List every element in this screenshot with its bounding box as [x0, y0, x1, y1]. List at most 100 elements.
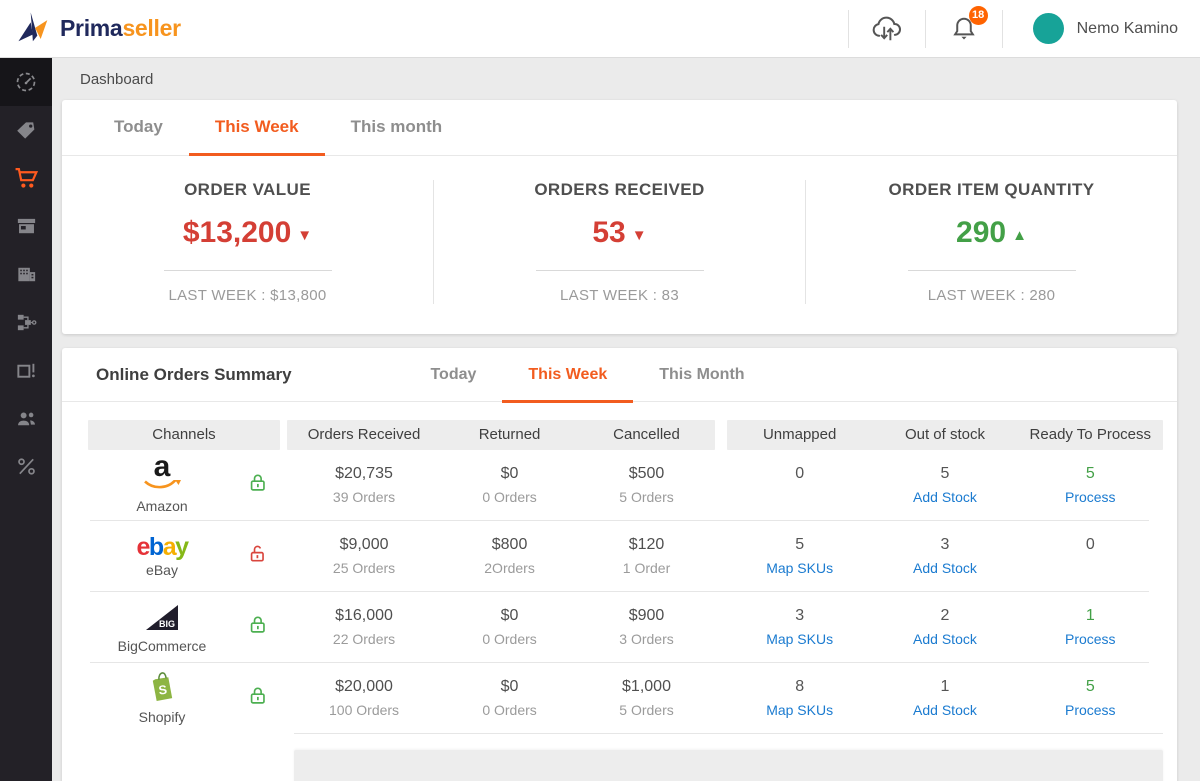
- connection-status[interactable]: [236, 543, 280, 570]
- trend-up-icon: ▲: [1012, 227, 1027, 244]
- avatar[interactable]: [1033, 13, 1064, 44]
- channel-amazon[interactable]: a Amazon: [88, 456, 236, 515]
- online-orders-summary-card: Online Orders Summary Today This Week Th…: [62, 348, 1177, 781]
- bigcommerce-logo-icon: BIG: [144, 601, 180, 631]
- sidebar-item-store[interactable]: [0, 202, 52, 250]
- orders-count: 25 Orders: [287, 560, 441, 576]
- users-icon: [15, 407, 38, 430]
- stat-last-week: LAST WEEK : 83: [434, 287, 805, 304]
- primaseller-logo[interactable]: Primaseller: [14, 9, 181, 49]
- notifications-button[interactable]: 18: [942, 7, 986, 51]
- orders-group: $20,73539 Orders $00 Orders $5005 Orders: [287, 465, 715, 505]
- channel-shopify[interactable]: S Shopify: [88, 671, 236, 725]
- connection-status[interactable]: [236, 614, 280, 641]
- summary-tab-today[interactable]: Today: [404, 348, 502, 403]
- stat-title: ORDER ITEM QUANTITY: [806, 180, 1177, 200]
- channel-bigcommerce[interactable]: BIG BigCommerce: [88, 601, 236, 654]
- divider: [848, 10, 849, 48]
- brand-name: Primaseller: [60, 15, 181, 42]
- channel-cell: ebay eBay: [88, 535, 280, 578]
- channel-name: BigCommerce: [88, 638, 236, 654]
- column-header-actions-group: Unmapped Out of stock Ready To Process: [727, 420, 1163, 450]
- sidebar-item-inventory[interactable]: [0, 346, 52, 394]
- user-menu[interactable]: Nemo Kamino: [1033, 13, 1178, 44]
- tab-today[interactable]: Today: [88, 100, 189, 156]
- stats-row: ORDER VALUE $13,200▼ LAST WEEK : $13,800…: [62, 156, 1177, 334]
- trend-down-icon: ▼: [632, 227, 647, 244]
- brand-prima: Prima: [60, 15, 122, 41]
- orders-group: $20,000100 Orders $00 Orders $1,0005 Ord…: [287, 678, 715, 718]
- orders-count: 3 Orders: [578, 631, 715, 647]
- column-header-cancelled: Cancelled: [578, 420, 715, 450]
- summary-tab-this-week[interactable]: This Week: [502, 348, 633, 403]
- count: 0: [1018, 536, 1163, 554]
- count: 3: [872, 536, 1017, 554]
- lock-icon: [247, 685, 269, 707]
- add-stock-link[interactable]: Add Stock: [872, 560, 1017, 576]
- map-skus-link[interactable]: Map SKUs: [727, 702, 872, 718]
- column-header-out-of-stock: Out of stock: [872, 420, 1017, 450]
- process-link[interactable]: Process: [1018, 702, 1163, 718]
- dashboard-icon: [14, 70, 38, 94]
- map-skus-link[interactable]: Map SKUs: [727, 631, 872, 647]
- sidebar: [0, 58, 52, 781]
- out-of-stock-cell: 1 Add Stock: [872, 678, 1017, 718]
- add-stock-link[interactable]: Add Stock: [872, 702, 1017, 718]
- sidebar-item-products[interactable]: [0, 106, 52, 154]
- orders-group: $16,00022 Orders $00 Orders $9003 Orders: [287, 607, 715, 647]
- stat-orders-received: ORDERS RECEIVED 53▼ LAST WEEK : 83: [433, 180, 805, 304]
- sidebar-item-discounts[interactable]: [0, 442, 52, 490]
- map-skus-link: [727, 489, 872, 505]
- orders-count: 1 Order: [578, 560, 715, 576]
- orders-count: 39 Orders: [287, 489, 441, 505]
- stat-last-week: LAST WEEK : $13,800: [62, 287, 433, 304]
- stat-title: ORDERS RECEIVED: [434, 180, 805, 200]
- orders-received-cell: $20,73539 Orders: [287, 465, 441, 505]
- brand-seller: seller: [122, 15, 180, 41]
- count: 5: [1018, 465, 1163, 483]
- map-skus-link[interactable]: Map SKUs: [727, 560, 872, 576]
- cancelled-cell: $1,0005 Orders: [578, 678, 715, 718]
- tab-this-month[interactable]: This month: [325, 100, 469, 156]
- tab-this-week[interactable]: This Week: [189, 100, 325, 156]
- returned-cell: $8002Orders: [441, 536, 578, 576]
- ebay-logo-icon: ebay: [88, 535, 236, 560]
- process-link[interactable]: Process: [1018, 489, 1163, 505]
- sidebar-item-customers[interactable]: [0, 394, 52, 442]
- divider: [294, 733, 1163, 734]
- connection-status[interactable]: [236, 472, 280, 499]
- sidebar-item-company[interactable]: [0, 250, 52, 298]
- summary-tab-this-month[interactable]: This Month: [633, 348, 770, 403]
- divider: [925, 10, 926, 48]
- connection-status[interactable]: [236, 685, 280, 712]
- count: 5: [872, 465, 1017, 483]
- channel-ebay[interactable]: ebay eBay: [88, 535, 236, 578]
- cancelled-cell: $9003 Orders: [578, 607, 715, 647]
- cancelled-cell: $5005 Orders: [578, 465, 715, 505]
- orders-count: 5 Orders: [578, 489, 715, 505]
- cloud-sync-button[interactable]: [865, 7, 909, 51]
- ready-to-process-cell: 1Process: [1018, 607, 1163, 647]
- count: 1: [872, 678, 1017, 696]
- count: 5: [1018, 678, 1163, 696]
- summary-tabs: Today This Week This Month: [404, 348, 770, 402]
- summary-title: Online Orders Summary: [96, 365, 292, 385]
- primaseller-logo-icon: [14, 9, 54, 49]
- next-section-header-partial: [294, 750, 1163, 781]
- channel-cell: BIG BigCommerce: [88, 601, 280, 654]
- stat-value: $13,200▼: [62, 216, 433, 250]
- stat-number: 290: [956, 216, 1006, 249]
- actions-group: 0 5Add Stock 5Process: [727, 465, 1163, 505]
- sidebar-item-workflows[interactable]: [0, 298, 52, 346]
- column-header-orders-received: Orders Received: [287, 420, 441, 450]
- stat-title: ORDER VALUE: [62, 180, 433, 200]
- ready-to-process-cell: 5 Process: [1018, 678, 1163, 718]
- add-stock-link[interactable]: Add Stock: [872, 489, 1017, 505]
- sidebar-item-dashboard[interactable]: [0, 58, 52, 106]
- sidebar-item-orders[interactable]: [0, 154, 52, 202]
- add-stock-link[interactable]: Add Stock: [872, 631, 1017, 647]
- unlock-icon: [247, 543, 269, 565]
- process-link[interactable]: Process: [1018, 631, 1163, 647]
- amount: $9,000: [287, 536, 441, 554]
- stat-value: 53▼: [434, 216, 805, 250]
